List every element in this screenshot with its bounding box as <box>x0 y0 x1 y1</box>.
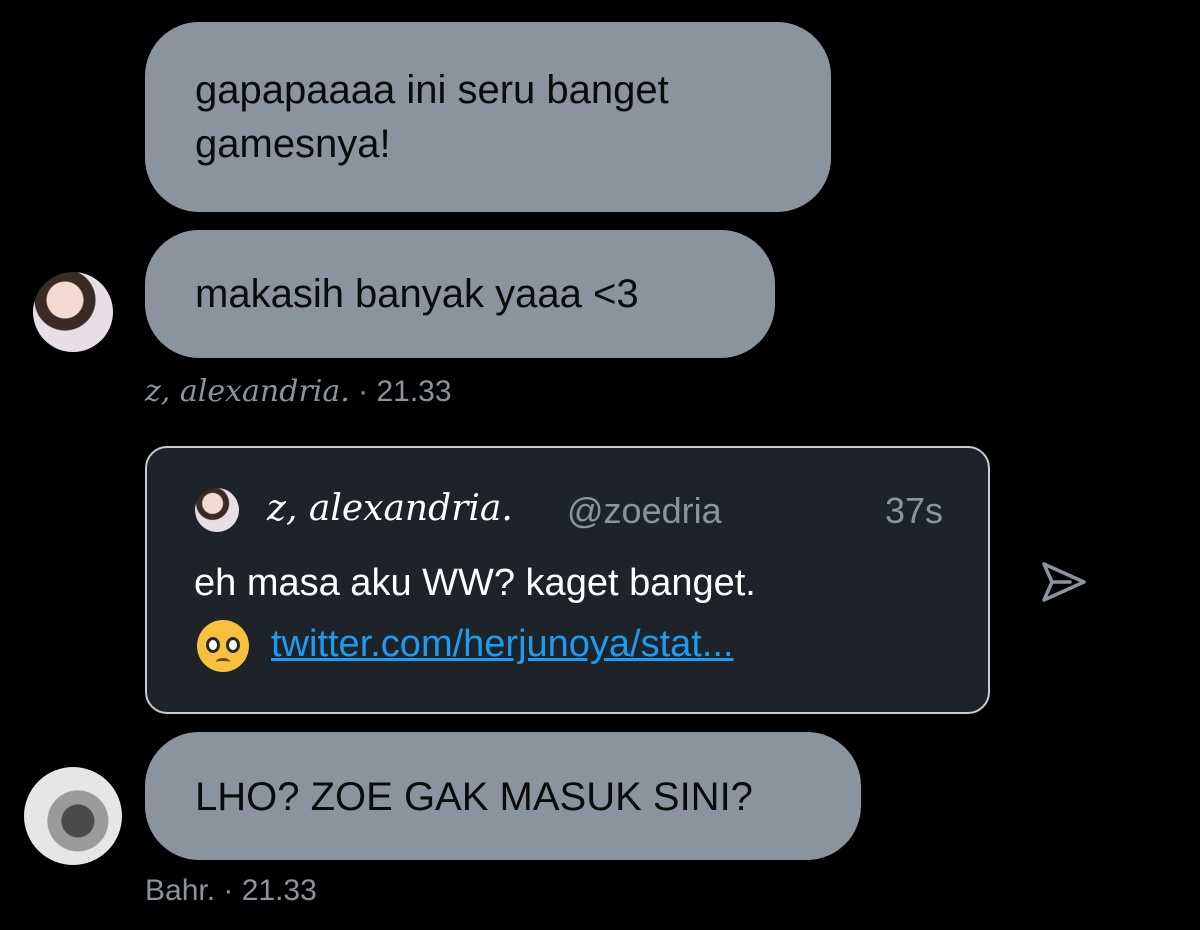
quote-author-handle: @zoedria <box>567 490 722 531</box>
quoted-tweet-card[interactable]: z, alexandria. @zoedria 37s eh masa aku … <box>145 446 990 714</box>
sender-name: Bahr. <box>145 874 216 907</box>
quote-author-name: z, alexandria. <box>267 488 513 529</box>
message-bubble-makasih[interactable]: makasih banyak yaaa <3 <box>145 230 775 358</box>
pleading-face-icon <box>197 620 249 672</box>
message-text: LHO? ZOE GAK MASUK SINI? <box>195 775 753 819</box>
message-meta-bahr: Bahr. · 21.33 <box>145 874 317 908</box>
quote-link[interactable]: twitter.com/herjunoya/stat... <box>271 623 734 666</box>
emoji-eye-right <box>226 637 240 653</box>
avatar-zoe[interactable] <box>33 272 113 352</box>
message-text-line1: gapapaaaa ini seru banget <box>195 68 669 112</box>
timestamp: · 21.33 <box>349 375 452 408</box>
quote-avatar <box>195 488 239 532</box>
avatar-bahr[interactable] <box>24 767 122 865</box>
timestamp: · 21.33 <box>215 874 317 907</box>
sender-name: z, alexandria. <box>145 374 350 409</box>
emoji-eye-left <box>206 637 220 653</box>
message-text: makasih banyak yaaa <3 <box>195 272 639 316</box>
message-bubble-lho[interactable]: LHO? ZOE GAK MASUK SINI? <box>145 732 861 860</box>
send-arrow-icon[interactable] <box>1040 560 1088 604</box>
quote-timestamp: 37s <box>884 490 943 531</box>
quote-text: eh masa aku WW? kaget banget. <box>194 562 756 604</box>
message-text-line2: gamesnya! <box>195 122 391 166</box>
emoji-mouth <box>216 658 230 666</box>
message-meta-zoe: z, alexandria. · 21.33 <box>145 374 452 409</box>
message-bubble-gapapaaaa[interactable]: gapapaaaa ini seru banget gamesnya! <box>145 22 831 212</box>
